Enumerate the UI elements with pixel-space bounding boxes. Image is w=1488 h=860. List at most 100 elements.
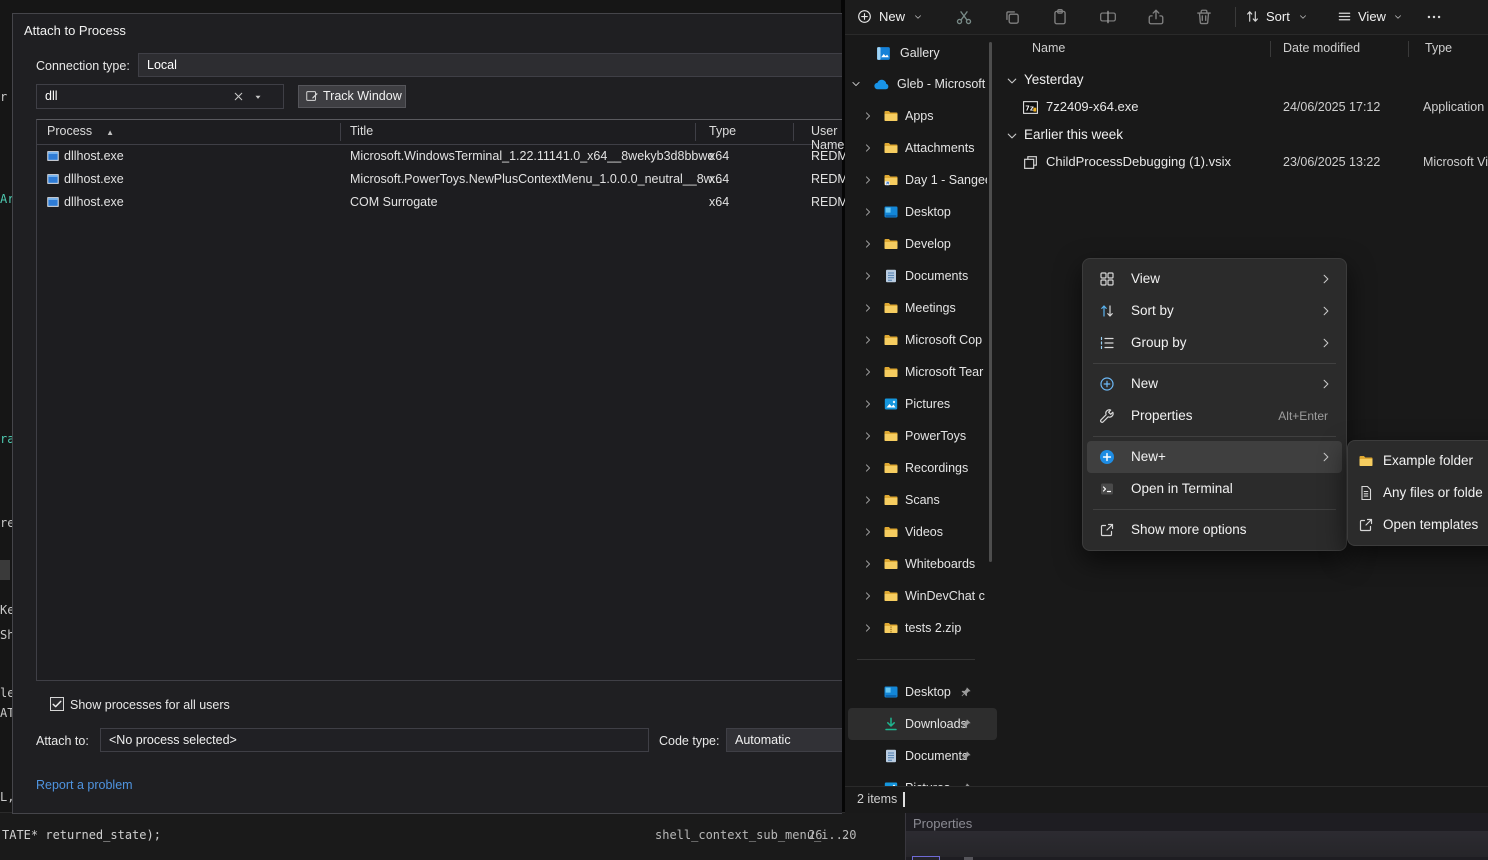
chevron-right-icon[interactable] bbox=[863, 175, 873, 185]
editor-left-marker bbox=[0, 560, 10, 580]
sidebar-pinned-item[interactable]: Desktop bbox=[845, 676, 1000, 708]
clear-filter-icon[interactable] bbox=[232, 90, 245, 103]
attach-to-field[interactable]: <No process selected> bbox=[100, 728, 649, 752]
chevron-right-icon[interactable] bbox=[863, 495, 873, 505]
chevron-right-icon[interactable] bbox=[863, 143, 873, 153]
cut-button[interactable] bbox=[955, 8, 973, 26]
sidebar-item-label: WinDevChat c bbox=[905, 589, 987, 603]
file-row[interactable]: 7z 7z2409-x64.exe 24/06/2025 17:12 Appli… bbox=[1000, 96, 1488, 120]
column-header-title[interactable]: Title bbox=[350, 124, 373, 138]
share-button[interactable] bbox=[1147, 8, 1165, 26]
sidebar-folder-item[interactable]: Desktop bbox=[845, 196, 1000, 228]
process-type: x64 bbox=[709, 172, 729, 186]
see-more-button[interactable] bbox=[1425, 8, 1443, 26]
chevron-right-icon[interactable] bbox=[863, 335, 873, 345]
sidebar-folder-item[interactable]: Recordings bbox=[845, 452, 1000, 484]
process-table-body: dllhost.exe Microsoft.WindowsTerminal_1.… bbox=[37, 145, 842, 214]
explorer-nav-pane: Gallery Gleb - Microsoft Apps bbox=[845, 34, 1000, 786]
column-header-date[interactable]: Date modified bbox=[1283, 41, 1360, 55]
sidebar-folder-item[interactable]: Attachments bbox=[845, 132, 1000, 164]
context-menu-item[interactable]: Show more options bbox=[1087, 514, 1342, 546]
process-row[interactable]: dllhost.exe COM Surrogate x64 REDMOND bbox=[37, 191, 842, 214]
sidebar-folder-item[interactable]: Apps bbox=[845, 100, 1000, 132]
sidebar-item-label: Whiteboards bbox=[905, 557, 987, 571]
sidebar-folder-item[interactable]: Documents bbox=[845, 260, 1000, 292]
chevron-right-icon[interactable] bbox=[863, 399, 873, 409]
column-header-type[interactable]: Type bbox=[1425, 41, 1452, 55]
chevron-right-icon[interactable] bbox=[863, 431, 873, 441]
context-menu-item[interactable]: Properties Alt+Enter bbox=[1087, 400, 1342, 432]
paste-button[interactable] bbox=[1051, 8, 1069, 26]
chevron-right-icon[interactable] bbox=[863, 527, 873, 537]
process-filter-input[interactable]: dll bbox=[36, 84, 284, 109]
rename-button[interactable] bbox=[1099, 8, 1117, 26]
chevron-right-icon[interactable] bbox=[863, 239, 873, 249]
context-menu-item[interactable]: Sort by bbox=[1087, 295, 1342, 327]
column-divider[interactable] bbox=[1270, 41, 1271, 57]
process-row[interactable]: dllhost.exe Microsoft.PowerToys.NewPlusC… bbox=[37, 168, 842, 191]
chevron-right-icon[interactable] bbox=[863, 111, 873, 121]
sidebar-pinned-item[interactable]: Pictures bbox=[845, 772, 1000, 786]
column-header-process[interactable]: Process▲ bbox=[47, 124, 114, 138]
sidebar-folder-item[interactable]: Scans bbox=[845, 484, 1000, 516]
chevron-right-icon[interactable] bbox=[863, 367, 873, 377]
sidebar-folder-item[interactable]: WinDevChat c bbox=[845, 580, 1000, 612]
column-header-name[interactable]: Name bbox=[1032, 41, 1065, 55]
track-window-button[interactable]: Track Window bbox=[298, 85, 406, 108]
sidebar-item-label: Documents bbox=[905, 269, 987, 283]
menu-item-label: New+ bbox=[1131, 449, 1166, 464]
submenu-item[interactable]: Example folder bbox=[1352, 445, 1488, 477]
chevron-right-icon[interactable] bbox=[863, 207, 873, 217]
sidebar-folder-item[interactable]: tests 2.zip bbox=[845, 612, 1000, 644]
sidebar-folder-item[interactable]: Microsoft Tear bbox=[845, 356, 1000, 388]
sidebar-folder-item[interactable]: Develop bbox=[845, 228, 1000, 260]
nav-scrollbar[interactable] bbox=[989, 42, 992, 562]
process-row[interactable]: dllhost.exe Microsoft.WindowsTerminal_1.… bbox=[37, 145, 842, 168]
sidebar-item-gallery[interactable]: Gallery bbox=[845, 42, 1000, 66]
column-header-type[interactable]: Type bbox=[709, 124, 736, 138]
copy-button[interactable] bbox=[1003, 8, 1021, 26]
chevron-down-icon[interactable] bbox=[851, 79, 861, 89]
chevron-down-icon[interactable] bbox=[1006, 75, 1018, 87]
group-header[interactable]: Earlier this week bbox=[1000, 126, 1488, 146]
chevron-right-icon[interactable] bbox=[863, 591, 873, 601]
filter-dropdown-icon[interactable] bbox=[253, 92, 263, 102]
sidebar-folder-item[interactable]: PowerToys bbox=[845, 420, 1000, 452]
sidebar-pinned-item[interactable]: Documents bbox=[845, 740, 1000, 772]
sidebar-item-label: Meetings bbox=[905, 301, 987, 315]
context-menu-item[interactable]: View bbox=[1087, 263, 1342, 295]
chevron-right-icon[interactable] bbox=[863, 623, 873, 633]
chevron-right-icon[interactable] bbox=[863, 463, 873, 473]
column-divider[interactable] bbox=[1408, 41, 1409, 57]
sidebar-item-label: Desktop bbox=[905, 205, 987, 219]
submenu-item[interactable]: Open templates bbox=[1352, 509, 1488, 541]
chevron-right-icon[interactable] bbox=[863, 303, 873, 313]
chevron-right-icon[interactable] bbox=[863, 559, 873, 569]
sidebar-folder-item[interactable]: Meetings bbox=[845, 292, 1000, 324]
code-fragment: Ar bbox=[0, 192, 12, 206]
chevron-down-icon[interactable] bbox=[1006, 130, 1018, 142]
context-menu-item[interactable]: Group by bbox=[1087, 327, 1342, 359]
report-problem-link[interactable]: Report a problem bbox=[36, 778, 133, 792]
sidebar-folder-item[interactable]: Whiteboards bbox=[845, 548, 1000, 580]
connection-type-select[interactable]: Local bbox=[138, 53, 842, 77]
sidebar-folder-item[interactable]: Microsoft Cop bbox=[845, 324, 1000, 356]
context-menu-item[interactable]: Open in Terminal bbox=[1087, 473, 1342, 505]
file-row[interactable]: ChildProcessDebugging (1).vsix 23/06/202… bbox=[1000, 151, 1488, 175]
context-menu-item[interactable]: New bbox=[1087, 368, 1342, 400]
sidebar-pinned-item[interactable]: Downloads bbox=[848, 708, 997, 740]
properties-combo[interactable] bbox=[912, 856, 940, 860]
sidebar-folder-item[interactable]: Pictures bbox=[845, 388, 1000, 420]
sidebar-item-onedrive[interactable]: Gleb - Microsoft bbox=[845, 70, 1000, 98]
chevron-right-icon[interactable] bbox=[863, 271, 873, 281]
sidebar-folder-item[interactable]: Videos bbox=[845, 516, 1000, 548]
folder-icon bbox=[883, 492, 899, 508]
submenu-item[interactable]: Any files or folde bbox=[1352, 477, 1488, 509]
group-header[interactable]: Yesterday bbox=[1000, 71, 1488, 91]
show-all-users-checkbox[interactable] bbox=[50, 697, 64, 711]
sidebar-folder-item[interactable]: Day 1 - Sangee bbox=[845, 164, 1000, 196]
context-menu-item[interactable]: New+ bbox=[1087, 441, 1342, 473]
code-type-field[interactable]: Automatic bbox=[726, 728, 842, 752]
delete-button[interactable] bbox=[1195, 8, 1213, 26]
sort-ascending-icon: ▲ bbox=[106, 128, 114, 137]
